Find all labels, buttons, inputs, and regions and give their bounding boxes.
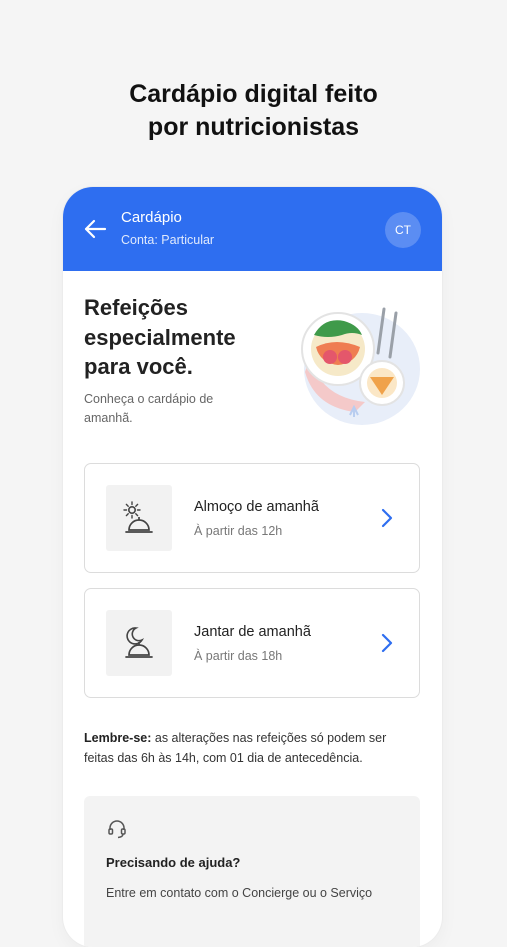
headset-icon: [108, 820, 126, 839]
phone-frame: Cardápio Conta: Particular CT Refeições …: [63, 187, 442, 947]
meal-card-lunch[interactable]: Almoço de amanhã À partir das 12h: [84, 463, 420, 573]
chevron-right-icon: [381, 508, 393, 528]
header-subtitle: Conta: Particular: [121, 233, 215, 247]
app-header: Cardápio Conta: Particular CT: [63, 187, 442, 271]
help-text: Entre em contato com o Concierge ou o Se…: [106, 886, 373, 900]
meal-title: Almoço de amanhã: [194, 499, 319, 515]
meal-card-dinner[interactable]: Jantar de amanhã À partir das 18h: [84, 588, 420, 698]
promo-heading: Cardápio digital feito por nutricionista…: [0, 78, 507, 144]
reminder-label: Lembre-se:: [84, 731, 152, 745]
hero-title: Refeições especialmente para você.: [84, 295, 236, 379]
hero-subtitle: Conheça o cardápio de amanhã.: [84, 392, 214, 425]
dinner-icon-box: [106, 610, 172, 676]
reminder-text: Lembre-se: as alterações nas refeições s…: [84, 728, 418, 768]
arrow-left-icon[interactable]: [83, 218, 107, 240]
header-title: Cardápio: [121, 209, 182, 226]
food-plate-illustration: [301, 307, 420, 425]
meal-subtitle: À partir das 18h: [194, 649, 283, 663]
moon-dish-icon: [125, 627, 153, 658]
promo-line-1: Cardápio digital feito: [129, 80, 378, 108]
lunch-icon-box: [106, 485, 172, 551]
promo-line-2: por nutricionistas: [147, 113, 360, 141]
avatar[interactable]: CT: [385, 212, 421, 248]
help-title: Precisando de ajuda?: [106, 855, 241, 870]
meal-subtitle: À partir das 12h: [194, 524, 283, 538]
help-box: Precisando de ajuda? Entre em contato co…: [84, 796, 420, 947]
sun-dish-icon: [123, 501, 153, 533]
meal-title: Jantar de amanhã: [194, 624, 311, 640]
chevron-right-icon: [381, 633, 393, 653]
